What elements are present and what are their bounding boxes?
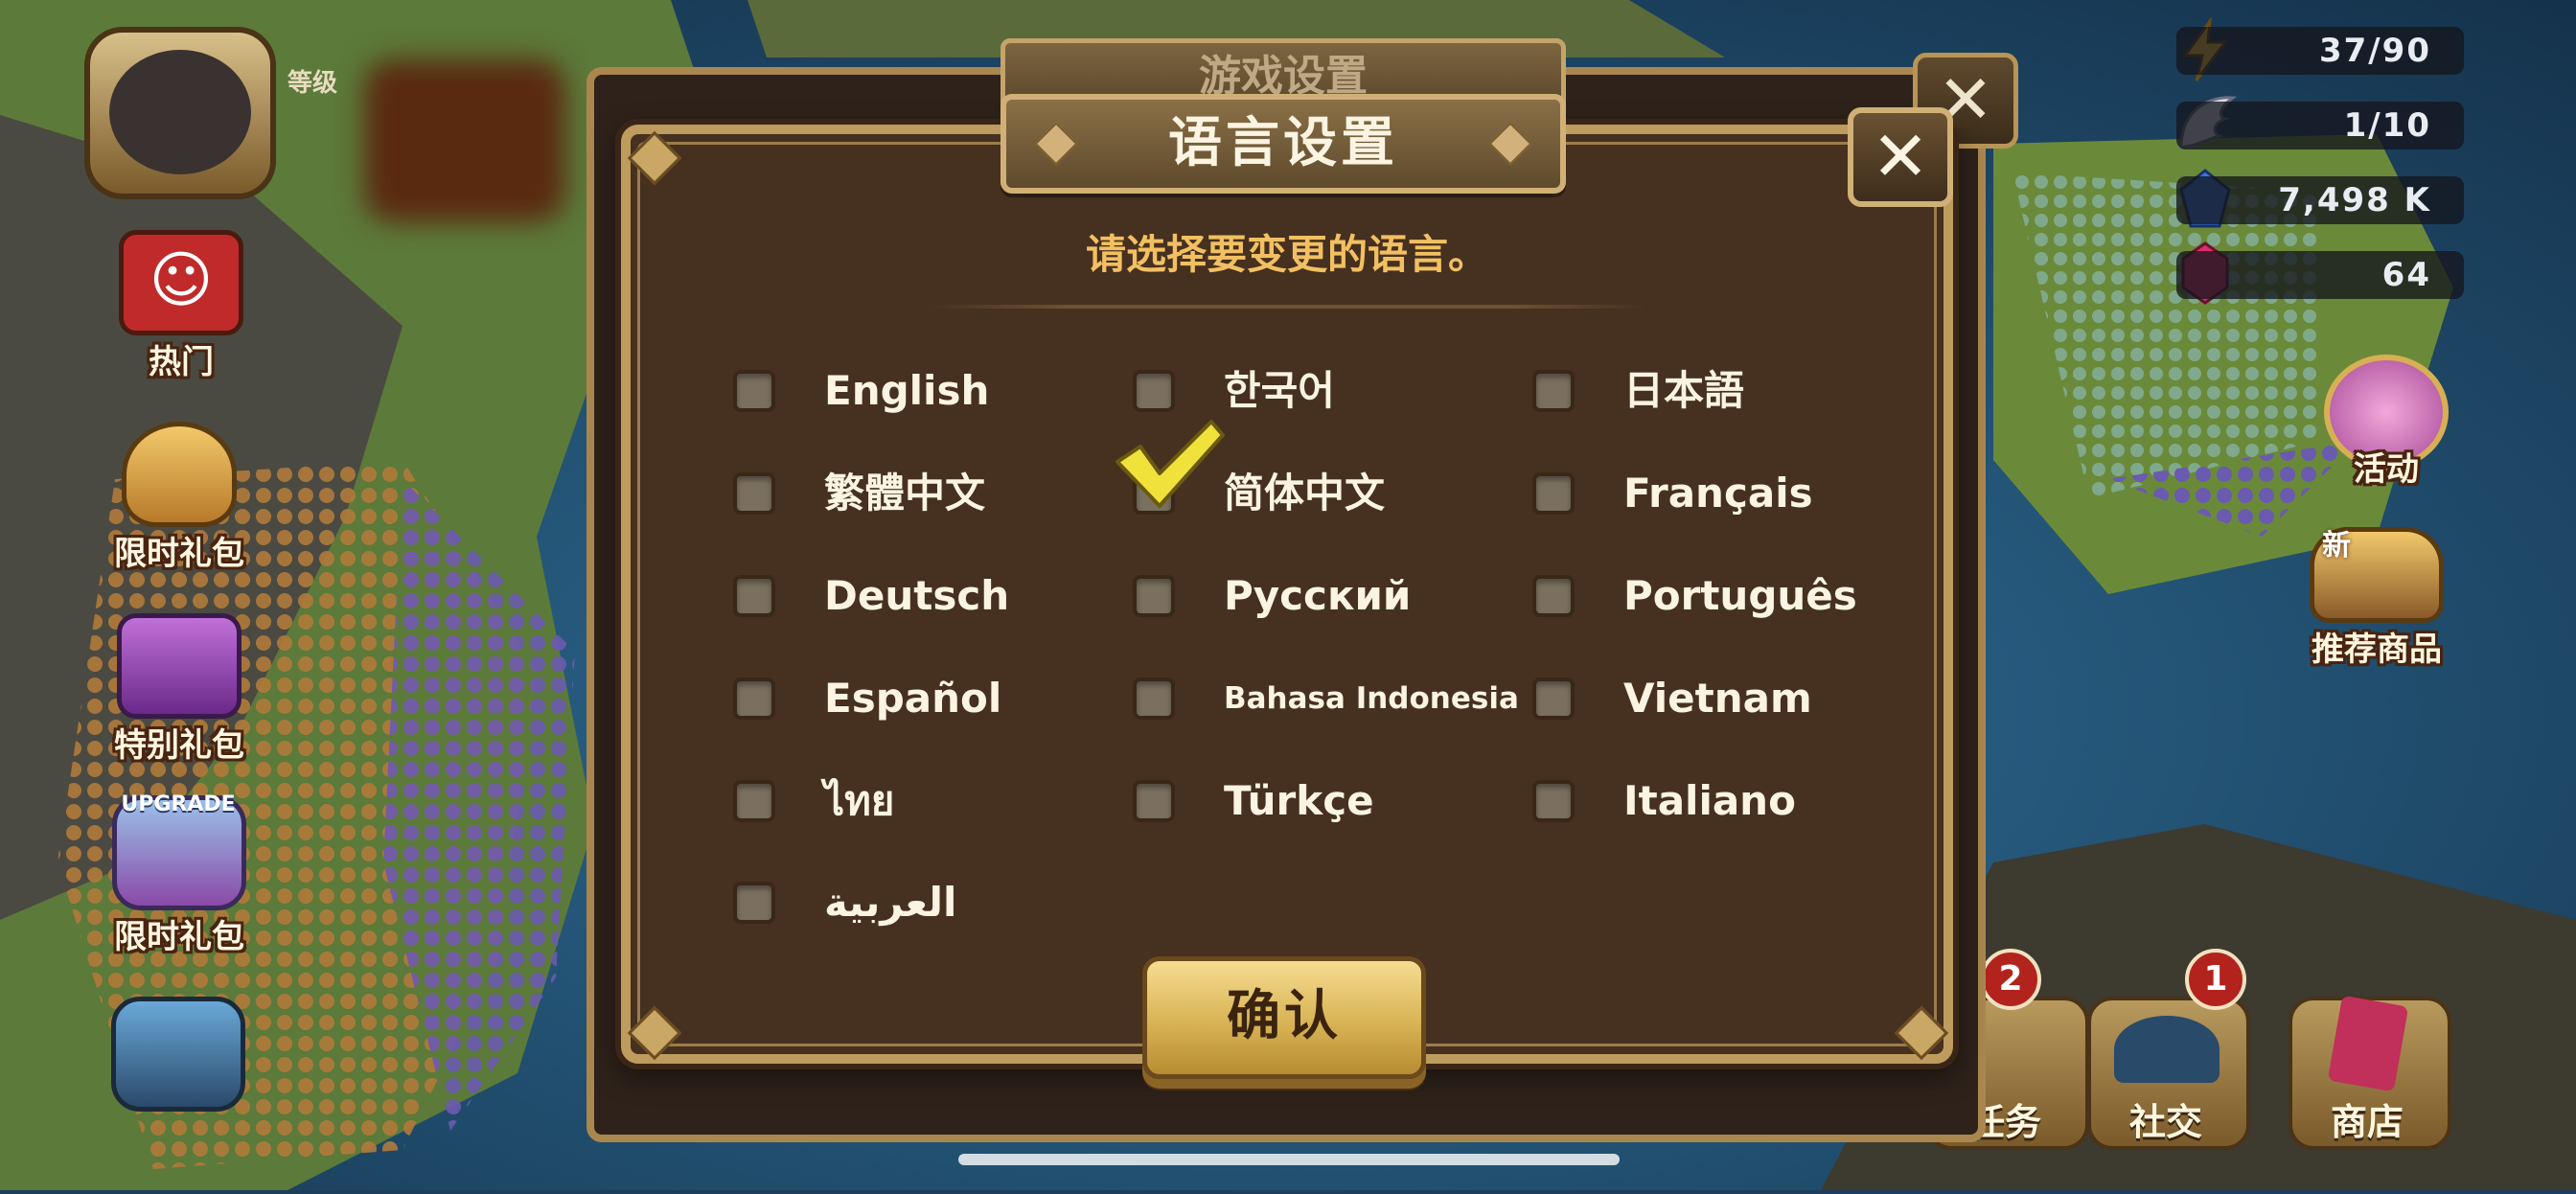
checkbox[interactable] [1532,472,1575,515]
home-indicator[interactable] [958,1154,1620,1165]
language-label: Español [824,675,1002,722]
language-option-traditional-chinese[interactable]: 繁體中文 [733,465,1097,522]
upgrade-gift-button[interactable]: UPGRADE 限时礼包 [88,792,270,957]
crystal-counter: 7,498 K [2176,176,2464,224]
language-option-german[interactable]: Deutsch [733,567,1097,625]
dialog-title: 语言设置 [1168,112,1398,174]
language-label: Français [1623,470,1813,517]
energy-counter: 37/90 [2176,27,2464,75]
language-option-russian[interactable]: Русский [1133,567,1497,625]
social-button[interactable]: 社交 [2087,997,2250,1150]
shop-button[interactable]: 商店 [2288,995,2451,1150]
language-option-french[interactable]: Français [1532,465,1897,522]
confirm-label: 确认 [1227,985,1342,1047]
language-option-japanese[interactable]: 日本語 [1532,362,1897,420]
language-option-indonesian[interactable]: Bahasa Indonesia [1133,670,1519,727]
checkbox[interactable] [1133,370,1175,412]
shop-label: 商店 [2331,1101,2404,1143]
new-tag: 新 [2322,529,2351,563]
upgrade-tag: UPGRADE [121,792,236,816]
language-option-english[interactable]: English [733,362,1097,420]
events-button[interactable]: 活动 [2295,355,2477,490]
language-label: Vietnam [1623,675,1812,722]
special-gift-button[interactable]: 特别礼包 [88,613,270,766]
language-label: 繁體中文 [824,470,986,517]
gift-bag-icon [122,422,237,527]
recommended-items-button[interactable]: 新 推荐商品 [2286,527,2468,670]
language-label: Italiano [1623,777,1796,824]
upgrade-pack-icon: UPGRADE [112,792,246,910]
language-option-italian[interactable]: Italiano [1532,772,1897,830]
tv-icon: ☺ [119,230,243,335]
checkbox[interactable] [1133,575,1175,617]
language-label: ไทย [824,777,895,824]
special-pack-icon [117,613,242,719]
language-label: 한국어 [1224,367,1335,414]
checkbox[interactable] [1532,780,1575,822]
language-option-thai[interactable]: ไทย [733,772,1097,830]
social-label: 社交 [2129,1101,2203,1143]
language-option-korean[interactable]: 한국어 [1133,362,1497,420]
checkbox[interactable] [1532,677,1575,720]
language-label: العربية [824,879,957,926]
player-avatar[interactable] [84,27,276,199]
checkbox[interactable] [733,882,775,924]
language-option-portuguese[interactable]: Português [1532,567,1897,625]
language-option-spanish[interactable]: Español [733,670,1097,727]
checkbox[interactable] [733,677,775,720]
quests-badge: 2 [1980,949,2041,1010]
checkbox[interactable] [733,780,775,822]
language-option-arabic[interactable]: العربية [733,874,1097,931]
checkbox[interactable] [733,370,775,412]
language-option-vietnamese[interactable]: Vietnam [1532,670,1897,727]
language-label: Türkçe [1224,777,1374,824]
language-label: Bahasa Indonesia [1224,681,1519,716]
hot-button[interactable]: ☺ 热门 [90,230,272,382]
checkbox[interactable] [1532,575,1575,617]
crystal-shop-icon [2327,995,2409,1092]
checkbox[interactable] [733,575,775,617]
wing-counter: 1/10 [2176,102,2464,149]
dialog-title-plate: 语言设置 [1000,94,1566,194]
gem-counter: 64 [2176,251,2464,299]
checkbox[interactable] [1532,370,1575,412]
checkbox[interactable] [1133,780,1175,822]
divider [930,305,1648,309]
language-label: 日本語 [1623,367,1745,414]
language-label: Português [1623,572,1857,619]
checkmark-icon [1116,420,1225,508]
language-prompt: 请选择要变更的语言。 [1085,231,1488,278]
checkbox[interactable] [1133,677,1175,720]
confirm-button[interactable]: 确认 [1142,956,1426,1079]
language-label: 简体中文 [1224,470,1386,517]
social-badge: 1 [2185,949,2246,1010]
close-button[interactable]: ✕ [1848,107,1953,207]
player-level-label: 等级 [288,69,338,98]
language-label: Русский [1224,572,1412,619]
language-label: English [824,367,990,414]
player-name-blurred [364,59,565,222]
portal-icon[interactable] [111,997,245,1112]
wizard-hat-icon [2114,1016,2220,1083]
language-option-turkish[interactable]: Türkçe [1133,772,1497,830]
limited-gift-button[interactable]: 限时礼包 [88,422,270,574]
language-label: Deutsch [824,572,1010,619]
avatar-photo [109,50,251,174]
checkbox[interactable] [733,472,775,515]
